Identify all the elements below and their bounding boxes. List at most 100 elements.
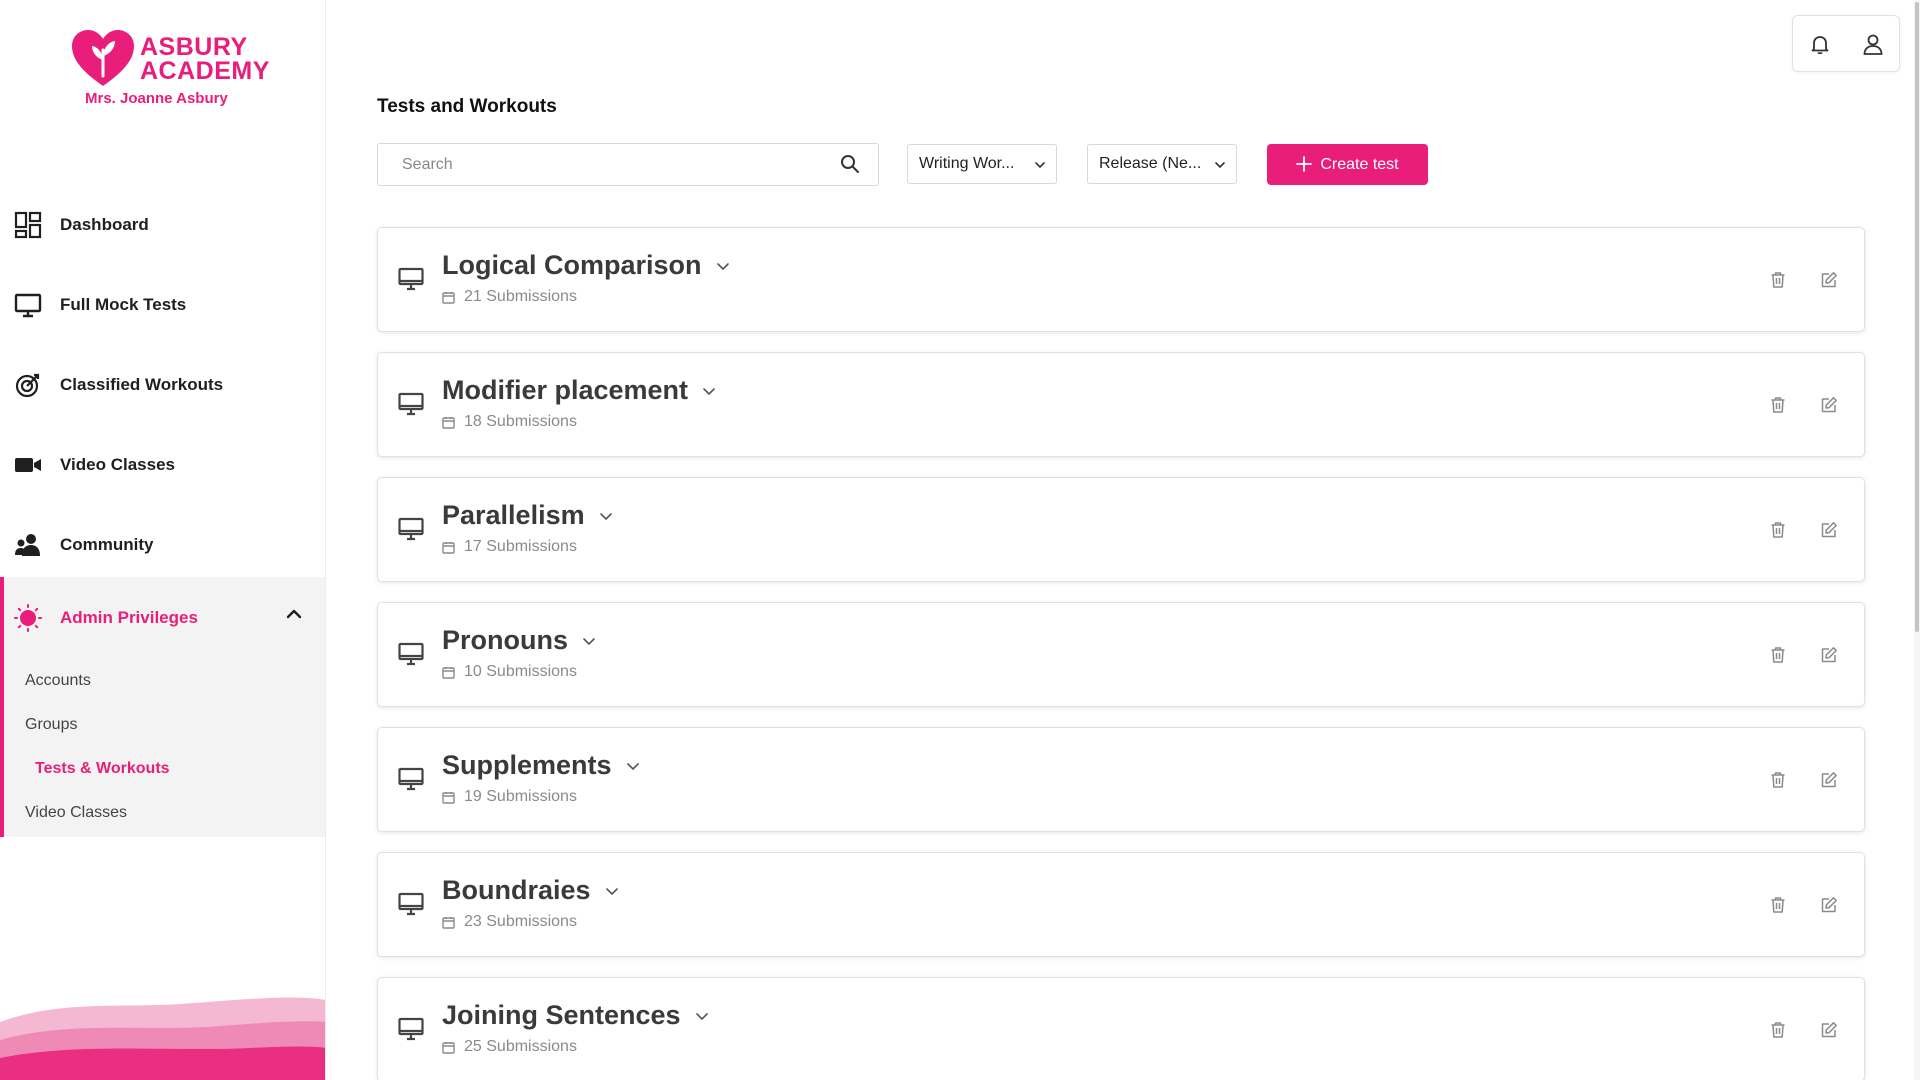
main-content: Tests and Workouts Writing Wor... Releas…: [377, 0, 1865, 1080]
edit-icon[interactable]: [1817, 893, 1841, 917]
test-title[interactable]: Modifier placement: [442, 375, 716, 406]
test-card[interactable]: Modifier placement 18 Submissions: [377, 352, 1865, 457]
dashboard-icon: [14, 211, 42, 239]
target-icon: [14, 371, 42, 399]
trash-icon[interactable]: [1766, 518, 1790, 542]
create-test-button[interactable]: Create test: [1267, 144, 1428, 185]
sort-filter-value: Release (Ne...: [1099, 155, 1202, 172]
chevron-down-icon[interactable]: [702, 386, 716, 396]
trash-icon[interactable]: [1766, 393, 1790, 417]
brand-subtitle: Mrs. Joanne Asbury: [85, 90, 228, 107]
sidebar-item-video-classes[interactable]: Video Classes: [0, 425, 325, 505]
edit-icon[interactable]: [1817, 768, 1841, 792]
brand-name-line1: ASBURY: [140, 33, 248, 61]
admin-subitem-accounts[interactable]: Accounts: [4, 659, 325, 703]
test-name: Modifier placement: [442, 375, 689, 405]
submissions-count: 25 Submissions: [464, 1038, 577, 1055]
sidebar-item-full-mock-tests[interactable]: Full Mock Tests: [0, 265, 325, 345]
category-filter-select[interactable]: Writing Wor...: [907, 144, 1057, 184]
test-name: Logical Comparison: [442, 250, 702, 280]
test-card[interactable]: Boundraies 23 Submissions: [377, 852, 1865, 957]
sidebar-item-label: Classified Workouts: [60, 375, 224, 394]
sort-filter-select[interactable]: Release (Ne...: [1087, 144, 1237, 184]
toolbar: Writing Wor... Release (Ne... Create tes…: [377, 143, 1865, 186]
calendar-icon: [442, 1041, 455, 1054]
test-name: Pronouns: [442, 625, 568, 655]
edit-icon[interactable]: [1817, 268, 1841, 292]
chevron-down-icon: [1034, 158, 1046, 176]
trash-icon[interactable]: [1766, 643, 1790, 667]
trash-icon[interactable]: [1766, 893, 1790, 917]
admin-gear-icon: [14, 604, 42, 632]
sidebar-item-label: Video Classes: [60, 455, 175, 474]
test-card[interactable]: Pronouns 10 Submissions: [377, 602, 1865, 707]
chevron-down-icon[interactable]: [582, 636, 596, 646]
calendar-icon: [442, 291, 455, 304]
chevron-down-icon[interactable]: [626, 761, 640, 771]
sidebar-item-dashboard[interactable]: Dashboard: [0, 185, 325, 265]
test-title[interactable]: Supplements: [442, 750, 640, 781]
calendar-icon: [442, 416, 455, 429]
page-scrollbar[interactable]: [1914, 0, 1920, 1080]
submissions-count: 18 Submissions: [464, 413, 577, 430]
search-box: [377, 143, 879, 186]
test-name: Parallelism: [442, 500, 585, 530]
monitor-icon: [398, 641, 424, 672]
test-meta: 25 Submissions: [442, 1038, 577, 1056]
admin-privileges-toggle[interactable]: Admin Privileges: [4, 577, 325, 659]
admin-subitem-video-classes[interactable]: Video Classes: [4, 791, 325, 835]
search-input[interactable]: [378, 155, 818, 174]
edit-icon[interactable]: [1817, 1018, 1841, 1042]
monitor-icon: [398, 516, 424, 547]
page-title: Tests and Workouts: [377, 96, 557, 117]
plus-icon: [1296, 154, 1313, 176]
monitor-icon: [398, 1016, 424, 1047]
trash-icon[interactable]: [1766, 268, 1790, 292]
submissions-count: 10 Submissions: [464, 663, 577, 680]
create-test-label: Create test: [1320, 155, 1399, 173]
chevron-up-icon[interactable]: [286, 607, 302, 625]
test-card[interactable]: Joining Sentences 25 Submissions: [377, 977, 1865, 1080]
test-title[interactable]: Pronouns: [442, 625, 596, 656]
scrollbar-thumb[interactable]: [1915, 2, 1919, 632]
admin-subitem-groups[interactable]: Groups: [4, 703, 325, 747]
decorative-wave: [0, 997, 325, 1080]
test-meta: 23 Submissions: [442, 913, 577, 931]
test-card[interactable]: Supplements 19 Submissions: [377, 727, 1865, 832]
edit-icon[interactable]: [1817, 643, 1841, 667]
chevron-down-icon[interactable]: [695, 1011, 709, 1021]
calendar-icon: [442, 916, 455, 929]
edit-icon[interactable]: [1817, 518, 1841, 542]
sidebar-item-classified-workouts[interactable]: Classified Workouts: [0, 345, 325, 425]
chevron-down-icon[interactable]: [599, 511, 613, 521]
edit-icon[interactable]: [1817, 393, 1841, 417]
chevron-down-icon[interactable]: [716, 261, 730, 271]
test-card[interactable]: Logical Comparison 21 Submissions: [377, 227, 1865, 332]
brand-logo[interactable]: ASBURY ACADEMY Mrs. Joanne Asbury: [70, 28, 270, 107]
sidebar-item-community[interactable]: Community: [0, 505, 325, 585]
search-icon[interactable]: [840, 154, 860, 179]
test-meta: 10 Submissions: [442, 663, 577, 681]
chevron-down-icon[interactable]: [605, 886, 619, 896]
brand-name-line2: ACADEMY: [140, 57, 270, 85]
test-name: Boundraies: [442, 875, 591, 905]
test-meta: 21 Submissions: [442, 288, 577, 306]
test-name: Supplements: [442, 750, 612, 780]
monitor-icon: [398, 891, 424, 922]
trash-icon[interactable]: [1766, 768, 1790, 792]
category-filter-value: Writing Wor...: [919, 155, 1015, 172]
admin-subitem-tests-workouts[interactable]: Tests & Workouts: [4, 747, 325, 791]
test-card[interactable]: Parallelism 17 Submissions: [377, 477, 1865, 582]
calendar-icon: [442, 541, 455, 554]
test-title[interactable]: Boundraies: [442, 875, 619, 906]
trash-icon[interactable]: [1766, 1018, 1790, 1042]
test-meta: 19 Submissions: [442, 788, 577, 806]
sidebar-item-label: Community: [60, 535, 154, 554]
submissions-count: 23 Submissions: [464, 913, 577, 930]
tests-list: Logical Comparison 21 Submissions Modifi…: [377, 227, 1865, 1080]
test-title[interactable]: Parallelism: [442, 500, 613, 531]
test-title[interactable]: Joining Sentences: [442, 1000, 709, 1031]
calendar-icon: [442, 666, 455, 679]
monitor-icon: [398, 266, 424, 297]
test-title[interactable]: Logical Comparison: [442, 250, 730, 281]
